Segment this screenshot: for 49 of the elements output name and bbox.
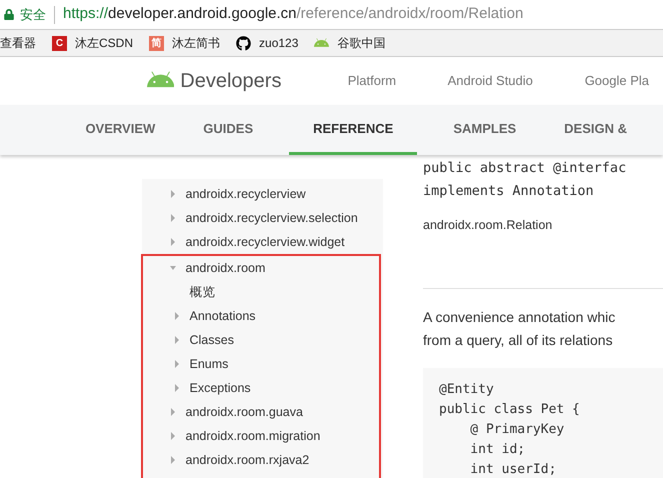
security-label: 安全 <box>20 6 46 24</box>
bookmark-link[interactable]: 沐左CSDN <box>75 34 134 52</box>
nav-item[interactable]: 概览 <box>190 282 216 302</box>
caret-right-icon[interactable] <box>170 432 176 440</box>
signature-line: public abstract @interfac <box>423 159 628 178</box>
caret-right-icon[interactable] <box>174 336 180 344</box>
nav-item[interactable]: androidx.recyclerview <box>186 184 306 204</box>
header-link[interactable]: Google Pla <box>584 71 663 91</box>
bookmark-link[interactable]: 谷歌中国 <box>337 34 386 52</box>
description-line: A convenience annotation whic <box>423 308 616 327</box>
nav-item[interactable]: androidx.recyclerview.selection <box>186 208 358 228</box>
caret-down-icon[interactable] <box>170 264 176 272</box>
bookmark-link[interactable]: zuo123 <box>259 34 298 52</box>
caret-right-icon[interactable] <box>170 238 176 246</box>
nav-tab[interactable]: DESIGN & <box>552 105 639 155</box>
caret-right-icon[interactable] <box>174 360 180 368</box>
nav-item[interactable]: androidx.recyclerview.widget <box>186 232 345 252</box>
caret-right-icon[interactable] <box>170 190 176 198</box>
bookmark-logo-icon: 简 <box>149 36 164 50</box>
caret-right-icon[interactable] <box>170 214 176 222</box>
bookmark-link[interactable]: 查看器 <box>0 34 36 52</box>
nav-item[interactable]: androidx.room.migration <box>186 426 320 446</box>
nav-tab[interactable]: GUIDES <box>191 105 266 155</box>
site-logo-text[interactable]: Developers <box>180 66 348 96</box>
signature-line: implements Annotation <box>423 182 595 201</box>
nav-item[interactable]: Classes <box>190 330 234 350</box>
nav-item[interactable]: androidx.room.rxjava2 <box>186 450 310 470</box>
nav-item[interactable]: androidx.room.guava <box>186 402 303 422</box>
nav-item[interactable]: Enums <box>190 354 228 374</box>
lock-icon <box>4 9 14 20</box>
description-line: from a query, all of its relations <box>423 330 614 350</box>
nav-item[interactable]: Annotations <box>190 306 256 326</box>
bookmark-link[interactable]: 沐左简书 <box>172 34 220 52</box>
url-text: https://developer.android.google.cn/reference/androidx/room/Relation <box>63 4 524 24</box>
caret-right-icon[interactable] <box>174 312 180 320</box>
header-link[interactable]: Android Studio <box>448 71 585 91</box>
caret-right-icon[interactable] <box>174 384 180 392</box>
header-link[interactable]: Platform <box>348 71 448 91</box>
github-icon <box>236 36 252 50</box>
nav-tab[interactable]: SAMPLES <box>441 105 528 155</box>
nav-item[interactable]: Exceptions <box>190 378 251 398</box>
qualified-name: androidx.room.Relation <box>423 217 554 234</box>
caret-right-icon[interactable] <box>170 456 176 464</box>
code-block: @Entity public class Pet { @ PrimaryKey int id; int userId; <box>423 368 663 478</box>
caret-right-icon[interactable] <box>170 408 176 416</box>
bookmark-logo-icon: C <box>52 36 67 50</box>
nav-tab[interactable]: OVERVIEW <box>73 105 168 155</box>
nav-item[interactable]: androidx.room <box>186 258 266 278</box>
nav-tab[interactable]: REFERENCE <box>289 105 418 155</box>
